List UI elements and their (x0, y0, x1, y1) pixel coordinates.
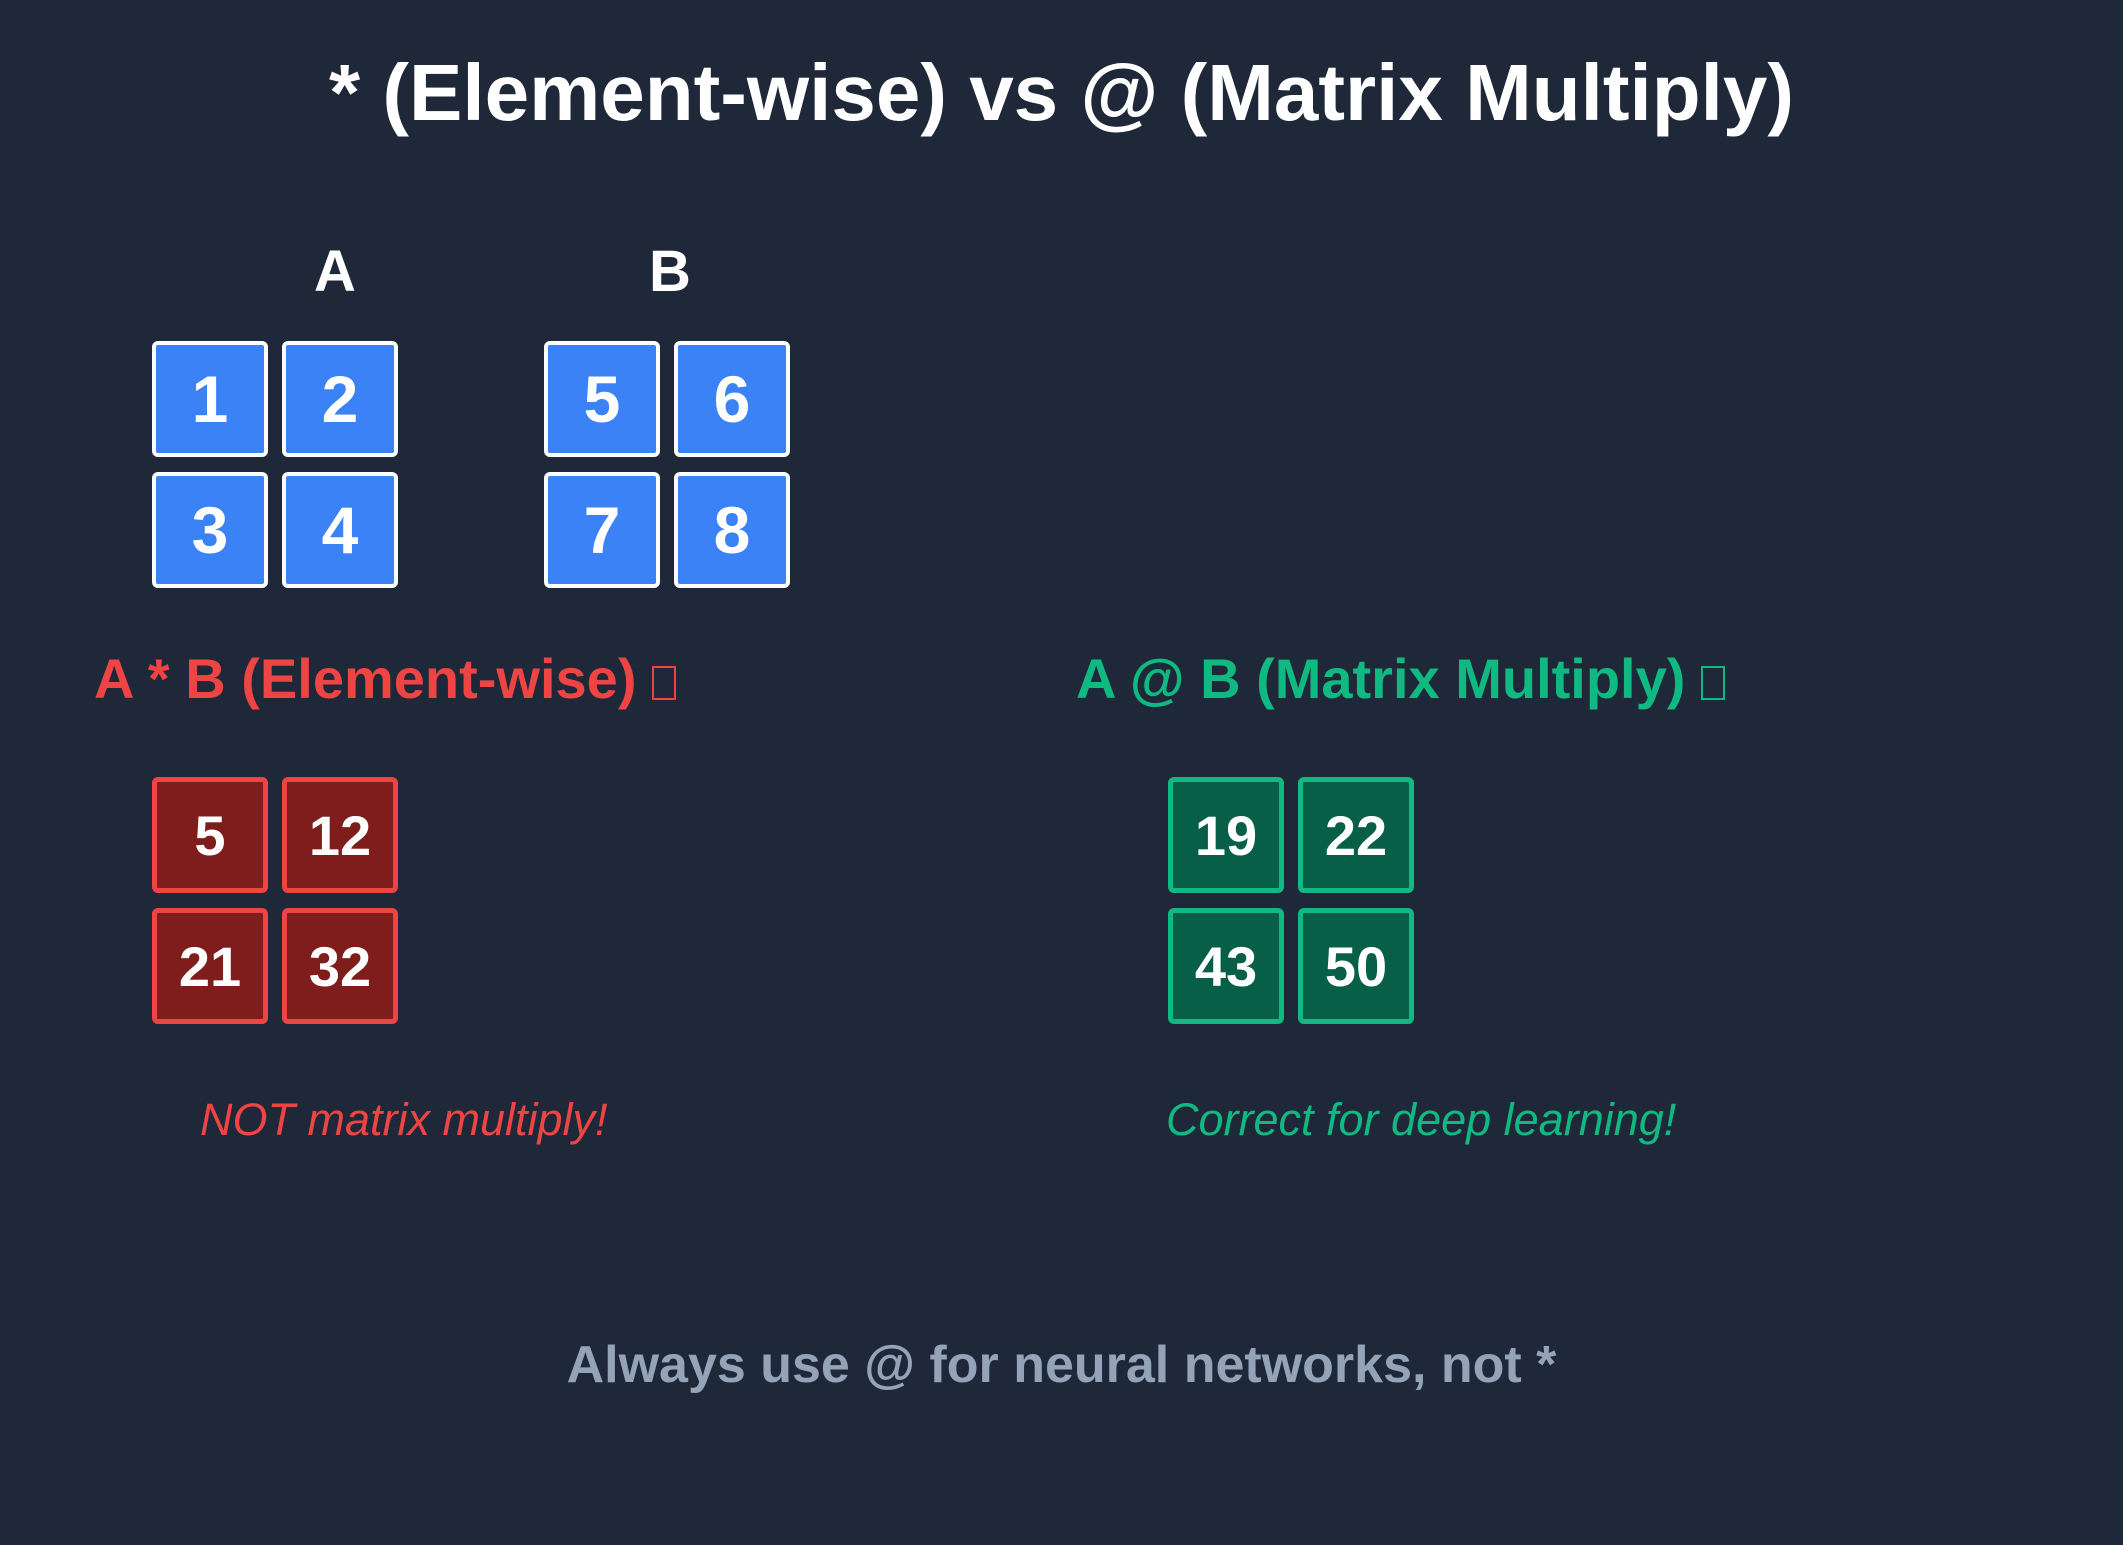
matrix-b-cell: 8 (674, 472, 790, 588)
matmul-cell: 22 (1298, 777, 1414, 893)
matrix-b-cell: 5 (544, 341, 660, 457)
matrix-b-label: B (649, 239, 691, 304)
matrix-a-cell: 1 (152, 341, 268, 457)
missing-glyph-icon (1701, 666, 1726, 700)
matmul-cell: 19 (1168, 777, 1284, 893)
matrix-b: 5 6 7 8 (544, 341, 796, 593)
elementwise-result-matrix: 5 12 21 32 (152, 777, 404, 1029)
page-title: * (Element-wise) vs @ (Matrix Multiply) (329, 48, 1794, 137)
matrix-a-cell: 3 (152, 472, 268, 588)
footer-tip: Always use @ for neural networks, not * (566, 1336, 1557, 1394)
matmul-cell: 43 (1168, 908, 1284, 1024)
elementwise-cell: 5 (152, 777, 268, 893)
matmul-result-matrix: 19 22 43 50 (1168, 777, 1420, 1029)
matmul-cell: 50 (1298, 908, 1414, 1024)
matrix-a-cell: 2 (282, 341, 398, 457)
elementwise-heading-text: A * B (Element-wise) (94, 647, 637, 710)
missing-glyph-icon (652, 666, 677, 700)
matrix-b-cell: 6 (674, 341, 790, 457)
elementwise-cell: 12 (282, 777, 398, 893)
matmul-heading: A @ B (Matrix Multiply) (1076, 644, 1726, 714)
elementwise-heading: A * B (Element-wise) (94, 644, 677, 714)
elementwise-note: NOT matrix multiply! (200, 1094, 608, 1145)
matmul-heading-text: A @ B (Matrix Multiply) (1076, 647, 1686, 710)
matrix-b-cell: 7 (544, 472, 660, 588)
matrix-a-cell: 4 (282, 472, 398, 588)
elementwise-cell: 32 (282, 908, 398, 1024)
matrix-a: 1 2 3 4 (152, 341, 404, 593)
elementwise-cell: 21 (152, 908, 268, 1024)
matrix-a-label: A (314, 239, 356, 304)
matmul-note: Correct for deep learning! (1166, 1094, 1677, 1145)
